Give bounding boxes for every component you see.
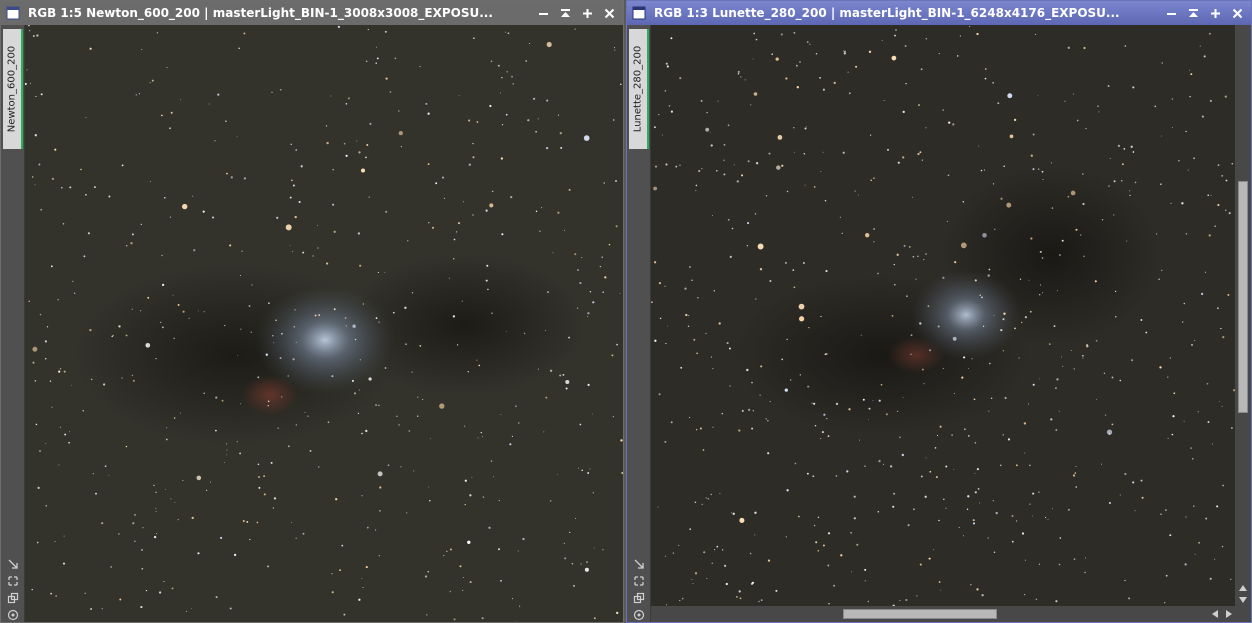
- shade-icon: [1188, 8, 1198, 17]
- image-canvas[interactable]: [651, 25, 1235, 606]
- image-canvas[interactable]: [25, 25, 623, 622]
- clone-icon: [633, 592, 644, 604]
- view-tab[interactable]: Newton_600_200: [3, 29, 23, 149]
- maximize-icon: [582, 8, 592, 18]
- vertical-scroll-thumb[interactable]: [1238, 181, 1248, 413]
- image-window-lunette[interactable]: RGB 1:3 Lunette_280_200 | masterLight_BI…: [626, 0, 1252, 623]
- view-tab[interactable]: Lunette_280_200: [629, 29, 649, 149]
- zoom-button[interactable]: [633, 572, 645, 586]
- image-window-newton[interactable]: RGB 1:5 Newton_600_200 | masterLight_BIN…: [0, 0, 624, 623]
- window-titlebar[interactable]: RGB 1:3 Lunette_280_200 | masterLight_BI…: [627, 1, 1251, 25]
- close-button[interactable]: [1229, 5, 1245, 21]
- target-button[interactable]: [7, 606, 19, 621]
- minimize-icon: [538, 12, 548, 15]
- clone-button[interactable]: [633, 589, 645, 604]
- image-window-icon: [632, 6, 646, 20]
- maximize-button[interactable]: [579, 5, 595, 21]
- arrow-down-icon: [1239, 597, 1247, 603]
- shade-button[interactable]: [1185, 5, 1201, 21]
- image-window-icon: [6, 6, 20, 20]
- window-side-panel: Lunette_280_200: [627, 25, 650, 622]
- zoom-icon: [633, 576, 644, 586]
- maximize-button[interactable]: [1207, 5, 1223, 21]
- shade-button[interactable]: [557, 5, 573, 21]
- fit-view-button[interactable]: [7, 555, 19, 569]
- target-button[interactable]: [633, 606, 645, 621]
- minimize-button[interactable]: [535, 5, 551, 21]
- fit-view-button[interactable]: [633, 555, 645, 569]
- close-icon: [1232, 8, 1242, 18]
- scrollbar-corner: [1235, 606, 1251, 622]
- fit-view-icon: [8, 559, 18, 569]
- horizontal-scrollbar[interactable]: [651, 606, 1235, 622]
- window-title: RGB 1:3 Lunette_280_200 | masterLight_BI…: [654, 6, 1120, 20]
- scroll-left-button[interactable]: [1209, 606, 1221, 622]
- minimize-icon: [1166, 12, 1176, 15]
- vertical-scrollbar[interactable]: [1235, 25, 1251, 606]
- window-title: RGB 1:5 Newton_600_200 | masterLight_BIN…: [28, 6, 493, 20]
- view-tab-label: Newton_600_200: [6, 45, 18, 133]
- clone-button[interactable]: [7, 589, 19, 604]
- shade-icon: [560, 8, 570, 17]
- clone-icon: [7, 592, 18, 604]
- maximize-icon: [1210, 8, 1220, 18]
- astro-image: [651, 25, 1235, 606]
- arrow-left-icon: [1212, 610, 1218, 618]
- close-button[interactable]: [601, 5, 617, 21]
- arrow-up-icon: [1239, 585, 1247, 591]
- target-icon: [633, 609, 644, 621]
- close-icon: [604, 8, 614, 18]
- view-tab-label: Lunette_280_200: [632, 45, 644, 133]
- horizontal-scroll-thumb[interactable]: [843, 609, 997, 619]
- target-icon: [7, 609, 18, 621]
- scroll-up-button[interactable]: [1235, 582, 1251, 594]
- window-titlebar[interactable]: RGB 1:5 Newton_600_200 | masterLight_BIN…: [1, 1, 623, 25]
- arrow-right-icon: [1226, 610, 1232, 618]
- zoom-button[interactable]: [7, 572, 19, 586]
- fit-view-icon: [634, 559, 644, 569]
- minimize-button[interactable]: [1163, 5, 1179, 21]
- zoom-icon: [7, 576, 18, 586]
- astro-image: [25, 25, 623, 622]
- window-side-panel: Newton_600_200: [1, 25, 24, 622]
- scroll-right-button[interactable]: [1223, 606, 1235, 622]
- scroll-down-button[interactable]: [1235, 594, 1251, 606]
